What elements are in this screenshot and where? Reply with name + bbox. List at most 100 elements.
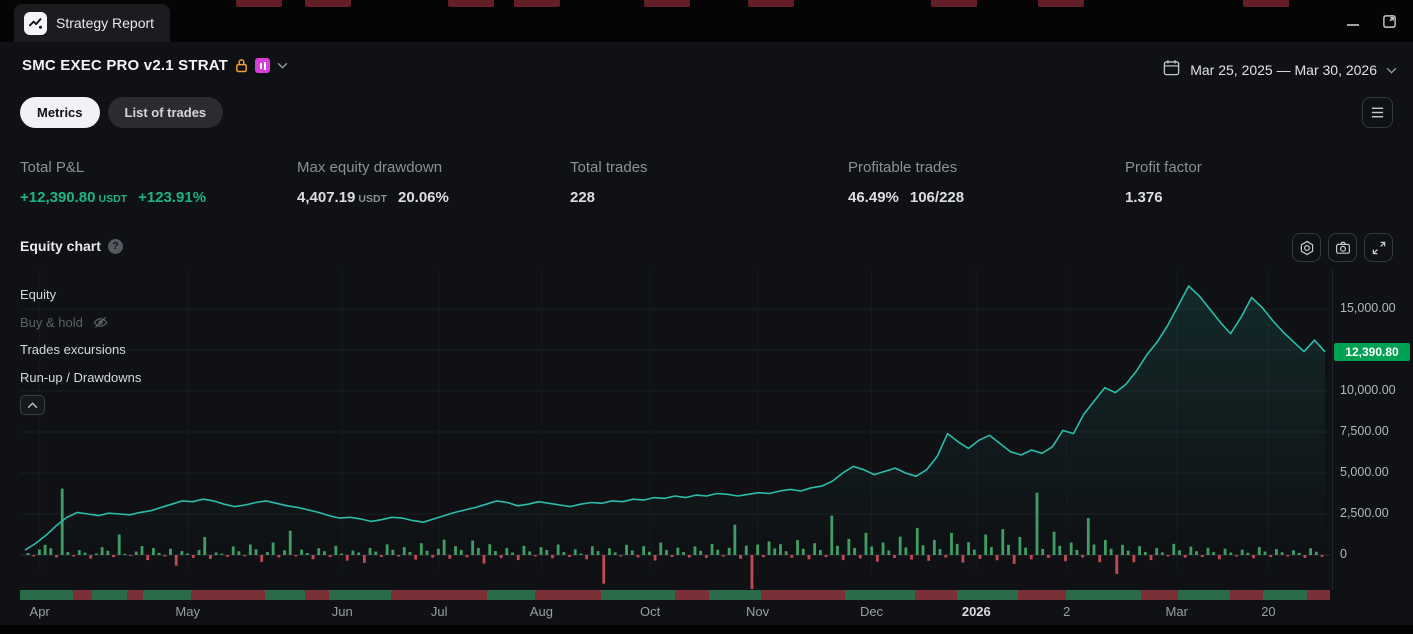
calendar-icon	[1162, 58, 1181, 82]
metric-value: 1.376	[1125, 189, 1163, 206]
time-axis-label: Jul	[431, 604, 448, 619]
legend-runup-drawdowns[interactable]: Run-up / Drawdowns	[20, 364, 141, 392]
metric-label: Profit factor	[1125, 159, 1202, 176]
session-segment-green	[1066, 590, 1140, 600]
strategy-candles-icon	[255, 58, 270, 73]
eye-off-icon[interactable]	[93, 316, 108, 329]
date-range-chevron-icon	[1386, 61, 1397, 79]
legend-label: Run-up / Drawdowns	[20, 370, 141, 385]
metric-label: Profitable trades	[848, 159, 1125, 176]
time-axis-label: Aug	[530, 604, 553, 619]
window-bottom-edge	[0, 625, 1413, 634]
session-segment-red	[305, 590, 330, 600]
metric-max-drawdown: Max equity drawdown 4,407.19 USDT 20.06%	[297, 159, 570, 206]
metric-unit: USDT	[99, 193, 128, 205]
metric-value: +12,390.80	[20, 189, 96, 206]
legend-equity[interactable]: Equity	[20, 281, 141, 309]
session-segment-red	[535, 590, 601, 600]
legend-buy-and-hold[interactable]: Buy & hold	[20, 309, 141, 337]
session-segment-red	[391, 590, 487, 600]
tab-title: Strategy Report	[56, 15, 154, 31]
report-layout-button[interactable]	[1362, 97, 1393, 128]
tradingview-logo-icon	[24, 12, 47, 35]
session-segment-green	[1178, 590, 1231, 600]
tab-strategy-report[interactable]: Strategy Report	[14, 4, 170, 42]
background-label-fragment	[305, 0, 351, 7]
fullscreen-button[interactable]	[1364, 233, 1393, 262]
price-axis-label: 10,000.00	[1340, 383, 1396, 397]
session-segment-green	[487, 590, 535, 600]
window-titlebar[interactable]: Strategy Report	[0, 0, 1413, 42]
session-segment-green	[845, 590, 915, 600]
session-segment-green	[957, 590, 1018, 600]
trade-direction-strip	[20, 590, 1330, 600]
price-axis-label: 15,000.00	[1340, 301, 1396, 315]
tab-list-of-trades[interactable]: List of trades	[108, 97, 224, 128]
metric-total-trades: Total trades 228	[570, 159, 848, 206]
date-range-picker[interactable]: Mar 25, 2025 — Mar 30, 2026	[1162, 58, 1397, 82]
metric-profit-factor: Profit factor 1.376	[1125, 159, 1202, 206]
metric-label: Max equity drawdown	[297, 159, 570, 176]
camera-snapshot-button[interactable]	[1328, 233, 1357, 262]
time-axis-label: Apr	[30, 604, 50, 619]
background-label-fragment	[236, 0, 282, 7]
price-axis-label: 2,500.00	[1340, 506, 1389, 520]
session-segment-red	[1230, 590, 1263, 600]
background-label-fragment	[748, 0, 794, 7]
time-axis-label: 2026	[962, 604, 991, 619]
session-segment-red	[675, 590, 708, 600]
time-axis-label: Oct	[640, 604, 660, 619]
metric-secondary: +123.91%	[138, 189, 206, 206]
session-segment-red	[191, 590, 265, 600]
time-axis[interactable]: AprMayJunJulAugOctNovDec20262Mar20	[20, 604, 1330, 624]
time-axis-label: Nov	[746, 604, 769, 619]
session-segment-green	[92, 590, 127, 600]
help-icon[interactable]: ?	[108, 239, 123, 254]
time-axis-label: 20	[1261, 604, 1275, 619]
metric-value: 46.49%	[848, 189, 899, 206]
session-segment-red	[915, 590, 957, 600]
invite-only-lock-icon	[235, 58, 248, 73]
metric-profitable-trades: Profitable trades 46.49% 106/228	[848, 159, 1125, 206]
price-axis-label: 7,500.00	[1340, 424, 1389, 438]
session-segment-red	[127, 590, 143, 600]
time-axis-label: Jun	[332, 604, 353, 619]
maximize-button[interactable]	[1375, 8, 1403, 34]
minimize-button[interactable]	[1339, 8, 1367, 34]
legend-collapse-button[interactable]	[20, 395, 45, 415]
metric-value: 4,407.19	[297, 189, 355, 206]
metric-secondary: 106/228	[910, 189, 964, 206]
strategy-menu-chevron-icon[interactable]	[277, 62, 288, 69]
tab-metrics[interactable]: Metrics	[20, 97, 100, 128]
strategy-report-window: Strategy Report SMC EXEC PRO v2.1 STRAT …	[0, 0, 1413, 634]
price-axis-label: 0	[1340, 547, 1347, 561]
session-segment-green	[265, 590, 304, 600]
equity-chart-title: Equity chart	[20, 238, 101, 254]
current-equity-badge: 12,390.80	[1334, 343, 1410, 361]
background-label-fragment	[644, 0, 690, 7]
background-label-fragment	[448, 0, 494, 7]
session-segment-red	[1018, 590, 1066, 600]
legend-label: Buy & hold	[20, 315, 83, 330]
session-segment-red	[761, 590, 844, 600]
metric-total-pnl: Total P&L +12,390.80 USDT +123.91%	[20, 159, 297, 206]
metric-value: 228	[570, 189, 595, 206]
session-segment-green	[329, 590, 390, 600]
metric-label: Total trades	[570, 159, 848, 176]
report-view-tabs: Metrics List of trades	[20, 97, 223, 128]
session-segment-red	[1141, 590, 1178, 600]
metric-unit: USDT	[358, 193, 387, 205]
session-segment-red	[73, 590, 92, 600]
time-axis-label: Mar	[1166, 604, 1188, 619]
equity-chart-header: Equity chart ?	[20, 238, 123, 254]
price-axis[interactable]: 15,000.0010,000.007,500.005,000.002,500.…	[1332, 268, 1413, 590]
legend-label: Equity	[20, 287, 56, 302]
time-axis-label: May	[175, 604, 200, 619]
metric-label: Total P&L	[20, 159, 297, 176]
time-axis-label: 2	[1063, 604, 1070, 619]
equity-chart-plot[interactable]	[20, 268, 1330, 590]
chart-settings-button[interactable]	[1292, 233, 1321, 262]
background-label-fragment	[1243, 0, 1289, 7]
legend-trades-excursions[interactable]: Trades excursions	[20, 336, 141, 364]
session-segment-red	[1307, 590, 1330, 600]
